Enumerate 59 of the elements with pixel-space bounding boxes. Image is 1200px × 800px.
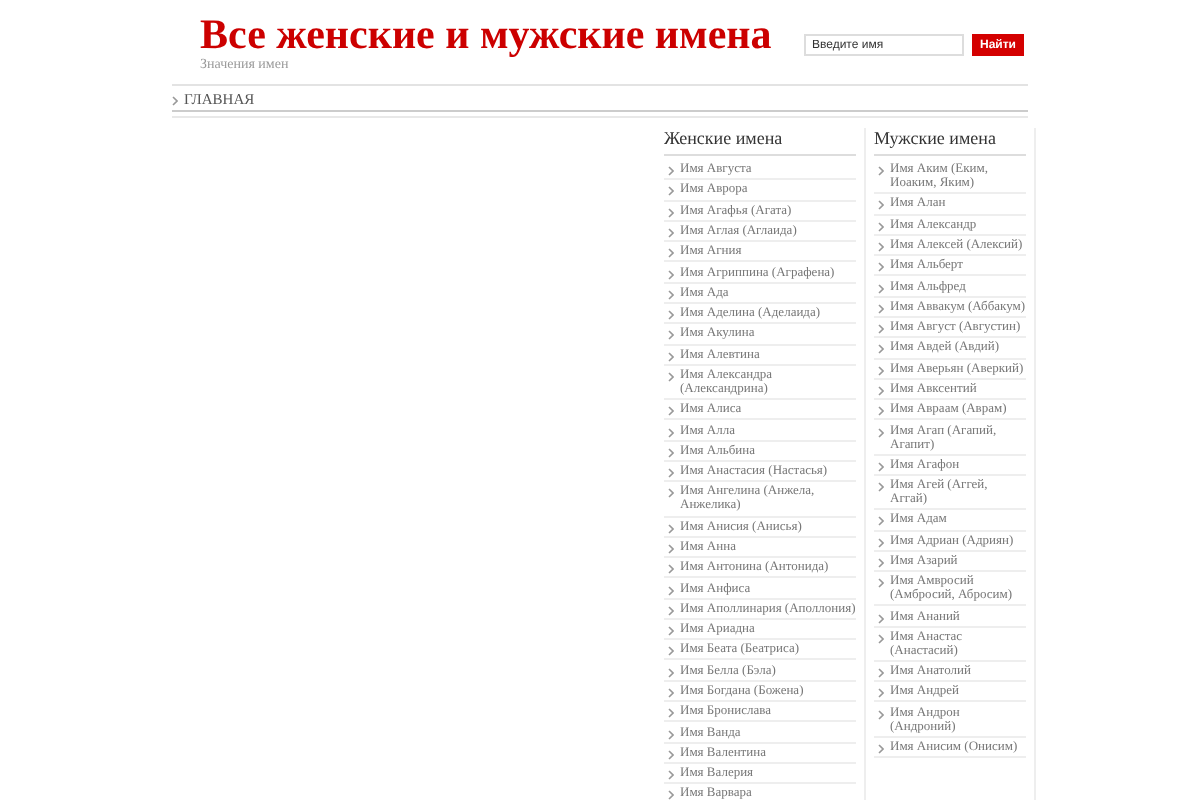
bullet-icon xyxy=(668,646,674,657)
bullet-icon xyxy=(878,461,884,472)
bullet-icon xyxy=(668,585,674,596)
bullet-icon xyxy=(878,613,884,624)
bullet-icon xyxy=(668,330,674,341)
site-title: Все женские и мужские имена xyxy=(200,12,772,56)
bullet-icon xyxy=(878,283,884,294)
bullet-icon xyxy=(668,770,674,781)
bullet-icon xyxy=(668,708,674,719)
bullet-icon xyxy=(878,688,884,699)
bullet-icon xyxy=(668,667,674,678)
bullet-icon xyxy=(668,626,674,637)
bullet-icon xyxy=(668,447,674,458)
bullet-icon xyxy=(878,303,884,314)
bullet-icon xyxy=(668,228,674,239)
bullet-icon xyxy=(878,221,884,232)
bullet-icon xyxy=(668,310,674,321)
bullet-icon xyxy=(668,523,674,534)
bullet-icon xyxy=(878,482,884,493)
bullet-icon xyxy=(878,262,884,273)
bullet-icon xyxy=(668,543,674,554)
bullet-icon xyxy=(668,605,674,616)
bullet-icon xyxy=(878,344,884,355)
bullet-icon xyxy=(668,372,674,382)
bullet-icon xyxy=(878,386,884,396)
bullet-icon xyxy=(878,200,884,211)
bullet-icon xyxy=(668,687,674,698)
bullet-icon xyxy=(172,95,178,105)
bullet-icon xyxy=(878,633,884,644)
bullet-icon xyxy=(668,790,674,800)
bullet-icon xyxy=(878,365,884,376)
bullet-icon xyxy=(878,242,884,253)
bullet-icon xyxy=(878,324,884,335)
bullet-icon xyxy=(878,668,884,679)
bullet-icon xyxy=(668,406,674,417)
bullet-icon xyxy=(668,289,674,300)
bullet-icon xyxy=(668,248,674,259)
bullet-icon xyxy=(878,578,884,589)
bullet-icon xyxy=(668,488,674,499)
bullet-icon xyxy=(878,743,884,754)
sidebar-heading: Мужские имена xyxy=(874,128,1026,156)
bullet-icon xyxy=(878,709,884,720)
sidebar-heading: Женские имена xyxy=(664,128,856,156)
bullet-icon xyxy=(878,427,884,438)
bullet-icon xyxy=(668,207,674,218)
bullet-icon xyxy=(878,516,884,527)
bullet-icon xyxy=(878,557,884,568)
bullet-icon xyxy=(668,269,674,280)
bullet-icon xyxy=(668,564,674,575)
bullet-icon xyxy=(668,749,674,760)
bullet-icon xyxy=(668,186,674,197)
bullet-icon xyxy=(668,166,674,177)
bullet-icon xyxy=(668,427,674,438)
bullet-icon xyxy=(668,729,674,739)
bullet-icon xyxy=(878,166,884,177)
bullet-icon xyxy=(878,406,884,417)
bullet-icon xyxy=(668,468,674,479)
bullet-icon xyxy=(668,351,674,362)
bullet-icon xyxy=(878,537,884,548)
